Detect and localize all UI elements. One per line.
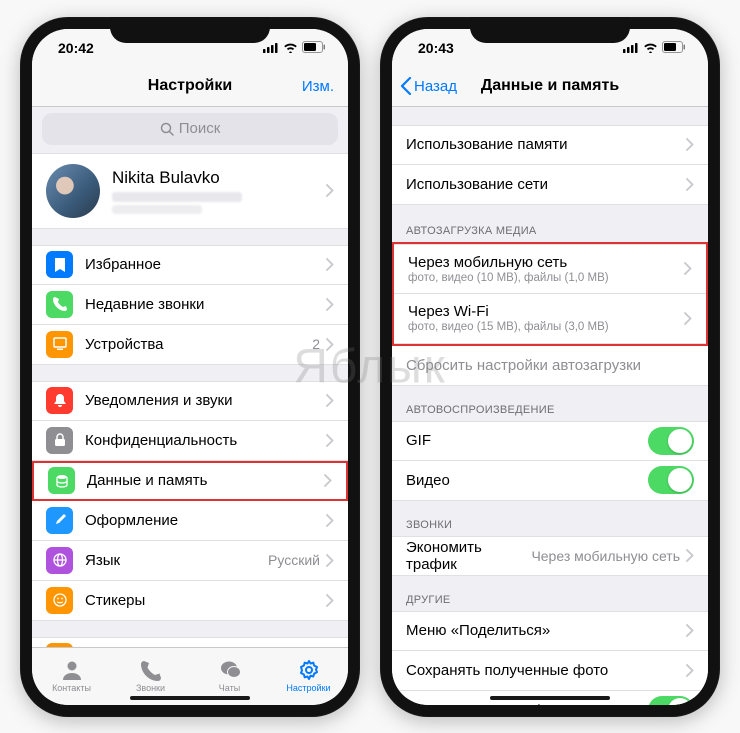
status-time: 20:43: [418, 40, 454, 56]
profile-phone-blurred: [112, 192, 242, 202]
chevron-right-icon: [326, 184, 334, 197]
chevron-right-icon: [326, 338, 334, 351]
row-network-usage[interactable]: Использование сети: [392, 165, 708, 205]
row-video[interactable]: Видео: [392, 461, 708, 501]
signal-icon: [623, 40, 639, 56]
chevron-right-icon: [686, 549, 694, 562]
nav-bar: Настройки Изм.: [32, 67, 348, 107]
battery-icon: [302, 40, 326, 56]
profile-username-blurred: [112, 205, 202, 214]
chevron-right-icon: [686, 624, 694, 637]
row-data-storage[interactable]: Данные и память: [32, 461, 348, 501]
chevron-right-icon: [326, 514, 334, 527]
lock-icon: [46, 427, 73, 454]
phone-left: 20:42 Настройки Изм. Поиск Nikita Bulavk…: [20, 17, 360, 717]
row-share-menu[interactable]: Меню «Поделиться»: [392, 611, 708, 651]
row-notifications[interactable]: Уведомления и звуки: [32, 381, 348, 421]
tab-settings[interactable]: Настройки: [269, 648, 348, 705]
row-stickers[interactable]: Стикеры: [32, 581, 348, 621]
language-detail: Русский: [268, 552, 320, 568]
brush-icon: [46, 507, 73, 534]
row-gif[interactable]: GIF: [392, 421, 708, 461]
page-title: Настройки: [148, 77, 232, 95]
row-recent-calls[interactable]: Недавние звонки: [32, 285, 348, 325]
back-button[interactable]: Назад: [400, 77, 457, 95]
status-time: 20:42: [58, 40, 94, 56]
row-save-incoming-photos[interactable]: Сохранять полученные фото: [392, 651, 708, 691]
row-mobile-data[interactable]: Через мобильную сеть фото, видео (10 MB)…: [394, 244, 706, 294]
home-indicator[interactable]: [490, 696, 610, 700]
tab-contacts[interactable]: Контакты: [32, 648, 111, 705]
avatar: [46, 164, 100, 218]
phone-right: 20:43 Назад Данные и память Использовани…: [380, 17, 720, 717]
chevron-right-icon: [686, 664, 694, 677]
toggle-video[interactable]: [648, 466, 694, 494]
row-devices[interactable]: Устройства 2: [32, 325, 348, 365]
sticker-icon: [46, 587, 73, 614]
toggle-gif[interactable]: [648, 427, 694, 455]
chevron-right-icon: [684, 262, 692, 275]
data-icon: [48, 467, 75, 494]
wifi-icon: [643, 40, 658, 56]
chevron-right-icon: [326, 258, 334, 271]
chevron-right-icon: [326, 298, 334, 311]
search-input[interactable]: Поиск: [42, 113, 338, 145]
row-saved[interactable]: Избранное: [32, 245, 348, 285]
devices-count: 2: [312, 336, 320, 352]
phone-icon: [46, 291, 73, 318]
wifi-icon: [283, 40, 298, 56]
chevron-right-icon: [326, 594, 334, 607]
nav-bar: Назад Данные и память: [392, 67, 708, 107]
home-indicator[interactable]: [130, 696, 250, 700]
row-appearance[interactable]: Оформление: [32, 501, 348, 541]
edit-button[interactable]: Изм.: [302, 78, 334, 95]
person-icon: [60, 659, 84, 681]
page-title: Данные и память: [481, 77, 619, 95]
chevron-right-icon: [324, 474, 332, 487]
chevron-left-icon: [400, 77, 412, 95]
chevron-right-icon: [326, 554, 334, 567]
battery-icon: [662, 40, 686, 56]
search-icon: [160, 122, 174, 136]
gear-icon: [297, 659, 321, 681]
chevron-right-icon: [686, 178, 694, 191]
row-reset-autodownload[interactable]: Сбросить настройки автозагрузки: [392, 346, 708, 386]
chevron-right-icon: [326, 434, 334, 447]
section-header-calls: ЗВОНКИ: [392, 515, 708, 536]
chevron-right-icon: [326, 394, 334, 407]
row-help[interactable]: Помощь: [32, 637, 348, 647]
row-save-data[interactable]: Экономить трафик Через мобильную сеть: [392, 536, 708, 576]
chevron-right-icon: [686, 138, 694, 151]
chevron-right-icon: [684, 312, 692, 325]
search-placeholder: Поиск: [179, 120, 221, 137]
row-storage-usage[interactable]: Использование памяти: [392, 125, 708, 165]
section-header-other: ДРУГИЕ: [392, 590, 708, 611]
section-header-autodownload: АВТОЗАГРУЗКА МЕДИА: [392, 221, 708, 242]
toggle-save-edited[interactable]: [648, 696, 694, 705]
row-privacy[interactable]: Конфиденциальность: [32, 421, 348, 461]
row-language[interactable]: Язык Русский: [32, 541, 348, 581]
profile-name: Nikita Bulavko: [112, 168, 326, 188]
profile-cell[interactable]: Nikita Bulavko: [32, 153, 348, 229]
bookmark-icon: [46, 251, 73, 278]
notch: [110, 17, 270, 43]
row-wifi[interactable]: Через Wi-Fi фото, видео (15 MB), файлы (…: [394, 294, 706, 344]
signal-icon: [263, 40, 279, 56]
chats-icon: [218, 659, 242, 681]
section-header-autoplay: АВТОВОСПРОИЗВЕДЕНИЕ: [392, 400, 708, 421]
phone-icon: [139, 659, 163, 681]
globe-icon: [46, 547, 73, 574]
device-icon: [46, 331, 73, 358]
notch: [470, 17, 630, 43]
bell-icon: [46, 387, 73, 414]
chat-icon: [46, 643, 73, 647]
highlighted-autodownload-group: Через мобильную сеть фото, видео (10 MB)…: [392, 242, 708, 346]
